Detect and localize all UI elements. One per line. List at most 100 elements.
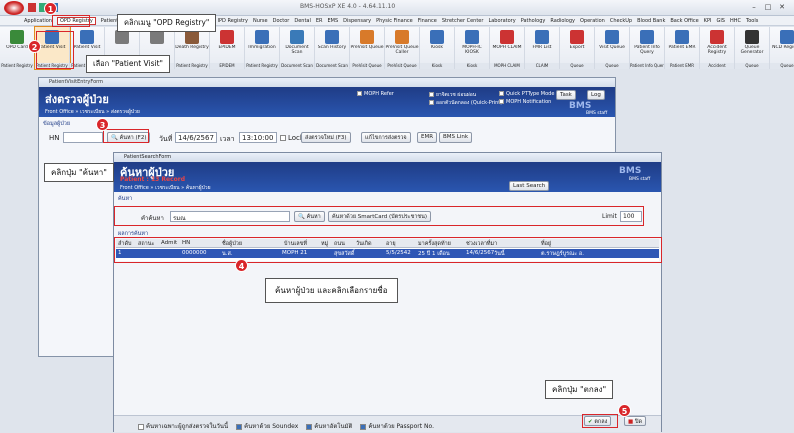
ribbon-item-document-scan[interactable]: Document Scan Document Scan (280, 27, 315, 69)
option-check-3[interactable]: ออกตัวนัดกลอง (Quick-Print) (429, 99, 502, 107)
edit-visit-button[interactable]: แก้ไขการส่งตรวจ (361, 132, 411, 143)
menu-item-stretcher-center[interactable]: Stretcher Center (442, 18, 484, 24)
ribbon-group: Kiosk (420, 63, 454, 69)
menu-item-gis[interactable]: GIS (716, 18, 725, 24)
search-bms-logo-text: BMS (619, 166, 642, 176)
footer-check[interactable]: ค้นหาเฉพาะผู้ถูกส่งตรวจในวันนี้ (138, 421, 228, 431)
ribbon-icon (325, 30, 339, 44)
send-new-button[interactable]: ส่งตรวจใหม่ (F3) (301, 132, 351, 143)
ribbon-item-queue-generator[interactable]: Queue Generator Queue (735, 27, 770, 69)
ribbon-item-previsit-queue[interactable]: PreVisit Queue PreVisit Queue (350, 27, 385, 69)
bms-logo-text: BMS (569, 101, 592, 111)
emr-button[interactable]: EMR (417, 132, 438, 143)
maximize-icon[interactable]: □ (762, 3, 774, 12)
ribbon-group: Accident (700, 63, 734, 69)
ribbon-label: NCD Registry (772, 45, 794, 50)
menu-item-radiology[interactable]: Radiology (550, 18, 575, 24)
step-3-callout: คลิกปุ่ม "ค้นหา" (44, 163, 114, 182)
ribbon-label: Patient EMR (668, 45, 696, 50)
menu-item-tools[interactable]: Tools (746, 18, 758, 24)
menu-item-dental[interactable]: Dental (294, 18, 311, 24)
menu-item-application[interactable]: Application (24, 18, 52, 24)
menu-item-nurse[interactable]: Nurse (253, 18, 268, 24)
option-check-2[interactable]: ยาจิตเวช ผ่อนผ่อน (429, 91, 476, 99)
ribbon-item-immigration[interactable]: Immigration Patient Registry (245, 27, 280, 69)
ribbon-icon (115, 30, 129, 44)
menu-item-doctor[interactable]: Doctor (273, 18, 290, 24)
ribbon-group: Patient Registry (0, 63, 34, 69)
ribbon-item-previsit-queue-caller[interactable]: PreVisit Queue Caller PreVisit Queue (385, 27, 420, 69)
ribbon-item-ncd-registry[interactable]: NCD Registry Queue (770, 27, 794, 69)
ribbon-item-kiosk[interactable]: Kiosk Kiosk (420, 27, 455, 69)
menu-item-finance[interactable]: Finance (418, 18, 437, 24)
step-2-badge: 2 (28, 40, 41, 53)
task-button[interactable]: Task (556, 90, 576, 100)
menu-item-ipd-registry[interactable]: IPD Registry (218, 18, 248, 24)
ribbon-item-fmr-list[interactable]: FMR List CLAIM (525, 27, 560, 69)
menu-item-er[interactable]: ER (316, 18, 323, 24)
ribbon-icon (710, 30, 724, 44)
menu-item-operation[interactable]: Operation (580, 18, 605, 24)
hn-label: HN (49, 134, 60, 142)
ribbon-icon (430, 30, 444, 44)
ribbon-group: Document Scan (280, 63, 314, 69)
ribbon-group: Queue (595, 63, 629, 69)
ribbon-icon (395, 30, 409, 44)
ribbon-item-death-registry[interactable]: Death Registry Patient Registry (175, 27, 210, 69)
date-input[interactable]: 14/6/2567 (175, 132, 217, 143)
menu-item-pathology[interactable]: Pathology (521, 18, 546, 24)
menu-item-hhc[interactable]: HHC (730, 18, 741, 24)
ribbon-label: Document Scan (285, 45, 309, 55)
ribbon-label: Death Registry (175, 45, 209, 50)
quick-pttype-check[interactable]: Quick PTType Mode (499, 91, 554, 97)
ribbon-item-moph-claim[interactable]: MOPH CLAIM MOPH CLAIM (490, 27, 525, 69)
menu-item-patient[interactable]: Patient (101, 18, 118, 24)
date-label: วันที่ (159, 135, 173, 143)
footer-check[interactable]: ค้นหาอัตโนมัติ (306, 421, 352, 431)
ribbon-item-scan-history[interactable]: Scan History Document Scan (315, 27, 350, 69)
ribbon-group: MOPH CLAIM (490, 63, 524, 69)
ribbon-icon (570, 30, 584, 44)
footer-check[interactable]: ค้นหาด้วย Passport No. (360, 421, 434, 431)
opd-registry-highlight (52, 15, 90, 27)
ribbon-icon (220, 30, 234, 44)
ribbon-item-patient-emr[interactable]: Patient EMR Patient EMR (665, 27, 700, 69)
menu-item-laboratory[interactable]: Laboratory (488, 18, 515, 24)
menu-item-kpi[interactable]: KPI (704, 18, 712, 24)
app-logo-icon[interactable] (4, 1, 24, 15)
footer-check[interactable]: ค้นหาด้วย Soundex (236, 421, 298, 431)
ribbon-item-export[interactable]: Export Queue (560, 27, 595, 69)
ribbon-label: Accident Registry (707, 45, 727, 55)
last-search-button[interactable]: Last Search (509, 181, 550, 191)
menu-item-dispensary[interactable]: Dispensary (343, 18, 371, 24)
ribbon-group: Document Scan (315, 63, 349, 69)
minimize-icon[interactable]: – (748, 3, 760, 12)
ribbon-icon (290, 30, 304, 44)
time-input[interactable]: 13:10:00 (239, 132, 277, 143)
record-count: Patient : 13 Record (120, 176, 186, 183)
moph-notification-check[interactable]: MOPH Notification (499, 99, 551, 105)
ribbon-item-moph-ic-kiosk[interactable]: MOPH-IC KIOSK Kiosk (455, 27, 490, 69)
menu-item-back-office[interactable]: Back Office (670, 18, 698, 24)
log-button[interactable]: Log (587, 90, 605, 100)
ribbon-item-visit-queue[interactable]: Visit Queue Queue (595, 27, 630, 69)
menu-item-ems[interactable]: EMS (328, 18, 339, 24)
menu-item-physic-finance[interactable]: Physic Finance (376, 18, 413, 24)
ribbon-item-patient-info-query[interactable]: Patient Info Query Patient Info Query (630, 27, 665, 69)
close-icon[interactable]: ✕ (776, 3, 788, 12)
bms-link-button[interactable]: BMS Link (439, 132, 473, 143)
ribbon-item-accident-registry[interactable]: Accident Registry Accident (700, 27, 735, 69)
footer-bar: ค้นหาเฉพาะผู้ถูกส่งตรวจในวันนี้ ค้นหาด้วย… (114, 415, 661, 432)
menu-item-blood-bank[interactable]: Blood Bank (637, 18, 665, 24)
ribbon-item-epidem[interactable]: EPIDEM EPIDEM (210, 27, 245, 69)
hn-input[interactable] (63, 132, 103, 143)
menu-item-checkup[interactable]: CheckUp (610, 18, 632, 24)
ribbon-group: Patient Info Query (630, 63, 664, 69)
visit-window-title: PatientVisitEntryForm (39, 78, 615, 87)
visit-header: ส่งตรวจผู้ป่วย Front Office » เวชระเบียน… (39, 87, 615, 117)
ribbon-group: Patient Registry (245, 63, 279, 69)
moph-refer-check[interactable]: MOPH Refer (357, 91, 394, 97)
close-button[interactable]: ■ ปิด (624, 416, 647, 426)
search-header: ค้นหาผู้ป่วย Patient : 13 Record Front O… (114, 162, 661, 192)
lock-checkbox[interactable] (280, 135, 286, 141)
